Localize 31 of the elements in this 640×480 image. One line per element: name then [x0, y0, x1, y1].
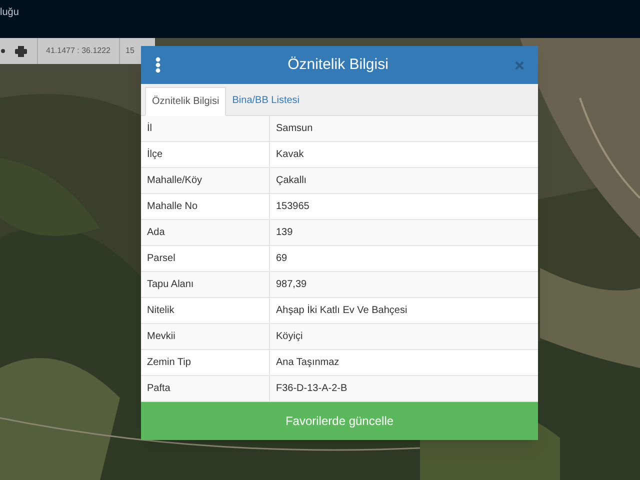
table-cell: Ada	[141, 220, 270, 245]
table-cell: Pafta	[141, 376, 270, 401]
table-cell: Mahalle/Köy	[141, 168, 270, 193]
dialog-title: Öznitelik Bilgisi	[286, 54, 390, 75]
table-cell-text: 987,39	[275, 278, 308, 292]
tool-icon[interactable]	[1, 49, 5, 53]
table-cell-text: F36-D-13-A-2-B	[275, 382, 348, 396]
table-cell-text: Ana Taşınmaz	[275, 356, 340, 370]
tab[interactable]: Bina/BB Listesi	[226, 86, 306, 115]
table-cell-text: 69	[275, 252, 288, 266]
menu-icon[interactable]	[155, 57, 161, 73]
table-cell: İl	[141, 116, 270, 141]
table-cell: Zemin Tip	[141, 350, 270, 375]
table-cell-text: Çakallı	[275, 174, 308, 188]
tab[interactable]: Öznitelik Bilgisi	[145, 87, 226, 116]
table-cell-text: Kavak	[275, 148, 305, 162]
table-cell: Nitelik	[141, 298, 270, 323]
table-cell-text: Köyiçi	[275, 330, 304, 344]
coordinates-text: 41.1477 : 36.1222	[37, 38, 119, 64]
table-cell: İlçe	[141, 142, 270, 167]
table-cell: Mahalle No	[141, 194, 270, 219]
update-favorites-button[interactable]: Favorilerde güncelle	[141, 402, 538, 440]
table-cell: Mevkii	[141, 324, 270, 349]
table-cell-text: Ahşap İki Katlı Ev Ve Bahçesi	[275, 303, 408, 318]
table-cell-text: 139	[275, 226, 294, 240]
table-cell-text: Samsun	[275, 122, 314, 136]
table-cell: Tapu Alanı	[141, 272, 270, 297]
table-cell: Parsel	[141, 246, 270, 271]
table-cell-text: 153965	[275, 200, 310, 214]
header-title: luğu	[0, 6, 19, 20]
scale-text: 15	[118, 38, 134, 64]
